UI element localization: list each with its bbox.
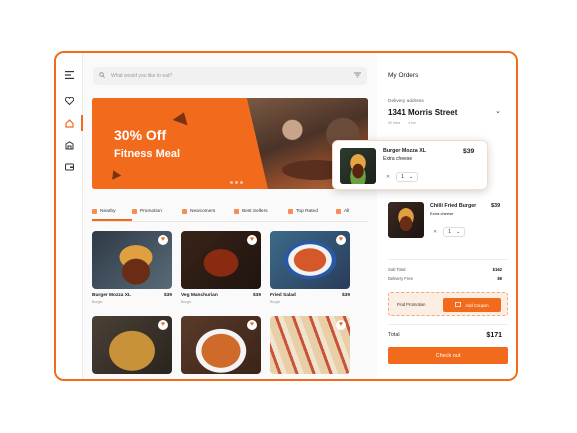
store-icon	[182, 209, 187, 214]
product-card[interactable]: ♥ Fried Salad $39 Burger	[270, 231, 350, 304]
chevron-down-icon[interactable]: ⌄	[456, 229, 460, 235]
divider	[388, 324, 508, 325]
coupon-icon	[455, 302, 462, 308]
product-category: Burger	[92, 300, 103, 304]
main-content: What would you like to eat? 30% Off Fitn…	[83, 53, 377, 379]
tab-newcomers[interactable]: Newcomers	[182, 208, 234, 221]
carousel-dot-active[interactable]	[220, 181, 228, 184]
product-price: $39	[252, 293, 261, 298]
category-tabs: Nearby Promotion Newcomers Best Sellers …	[92, 208, 368, 222]
banner-headline: 30% Off	[114, 127, 167, 143]
product-card[interactable]: ♥	[92, 316, 172, 374]
carousel-dot[interactable]	[230, 181, 233, 184]
tab-top-rated[interactable]: Top Rated	[288, 208, 336, 221]
remove-icon[interactable]: ✕	[433, 229, 437, 235]
remove-icon[interactable]: ✕	[386, 174, 390, 180]
sidebar	[56, 53, 83, 379]
tab-promotion[interactable]: Promotion	[132, 208, 182, 221]
divider	[388, 259, 508, 260]
thumb-icon	[288, 209, 293, 214]
delivery-fee-row: Delivery Free $9	[388, 276, 502, 281]
store-icon[interactable]	[63, 139, 75, 151]
delivery-address-label: Delivery address	[388, 99, 424, 104]
delivery-meta: 30 mins 4 km	[388, 121, 416, 125]
search-input[interactable]: What would you like to eat?	[111, 73, 354, 79]
promotion-box: Find Promotion Add Coupon	[388, 292, 508, 316]
product-card[interactable]: ♥	[270, 316, 350, 374]
cart-item-option: Extra cheese	[383, 156, 413, 162]
tab-nearby[interactable]: Nearby	[92, 208, 132, 221]
filter-icon[interactable]	[354, 72, 361, 80]
product-image: ♥	[92, 231, 172, 289]
location-icon	[92, 209, 97, 214]
product-card[interactable]: ♥ Burger Mozza XL $39 Burger	[92, 231, 172, 304]
tab-best-sellers[interactable]: Best Sellers	[234, 208, 288, 221]
quantity-stepper[interactable]: ✕ 1 ⌄	[386, 172, 419, 182]
heart-icon[interactable]	[63, 95, 75, 107]
product-name: Burger Mozza XL	[92, 293, 131, 298]
quantity-value: 1	[401, 174, 404, 180]
product-image: ♥	[181, 316, 261, 374]
banner-subline: Fitness Meal	[114, 148, 181, 160]
product-name: Fried Salad	[270, 293, 296, 298]
product-image: ♥	[270, 231, 350, 289]
delivery-time: 30 mins	[388, 121, 401, 125]
product-category: Burger	[181, 300, 192, 304]
product-image: ♥	[270, 316, 350, 374]
favorite-heart-icon[interactable]: ♥	[336, 320, 346, 330]
delivery-address: 1341 Morris Street	[388, 108, 458, 117]
chevron-down-icon[interactable]: ⌄	[409, 174, 413, 180]
chevron-down-icon[interactable]: ⌄	[495, 107, 501, 115]
favorite-heart-icon[interactable]: ♥	[336, 235, 346, 245]
subtotal-row: Sub Total $162	[388, 267, 502, 272]
cart-item-name: Burger Mozza XL	[383, 148, 426, 154]
carousel-dot[interactable]	[240, 181, 243, 184]
cart-item-highlighted[interactable]: Burger Mozza XL Extra cheese $39 ✕ 1 ⌄	[332, 140, 488, 190]
product-image: ♥	[181, 231, 261, 289]
product-price: $39	[341, 293, 350, 298]
cart-item-name: Chilli Fried Burger	[430, 203, 477, 209]
product-card[interactable]: ♥ Veg Manchurian $39 Burger	[181, 231, 261, 304]
quantity-value: 1	[448, 229, 451, 235]
cart-item-thumbnail	[340, 148, 376, 184]
favorite-heart-icon[interactable]: ♥	[247, 320, 257, 330]
find-promotion-label: Find Promotion	[397, 302, 426, 307]
search-icon	[99, 72, 105, 80]
orders-title: My Orders	[388, 72, 419, 79]
star-icon	[234, 209, 239, 214]
search-bar[interactable]: What would you like to eat?	[93, 67, 367, 85]
product-category: Burger	[270, 300, 281, 304]
promo-banner[interactable]: 30% Off Fitness Meal	[92, 98, 368, 189]
favorite-heart-icon[interactable]: ♥	[158, 320, 168, 330]
favorite-heart-icon[interactable]: ♥	[247, 235, 257, 245]
wallet-icon[interactable]	[63, 161, 75, 173]
app-window: What would you like to eat? 30% Off Fitn…	[54, 51, 518, 381]
carousel-dot[interactable]	[235, 181, 238, 184]
cart-item-thumbnail	[388, 202, 424, 238]
delivery-distance: 4 km	[408, 121, 416, 125]
favorite-heart-icon[interactable]: ♥	[158, 235, 168, 245]
percent-icon	[132, 209, 137, 214]
checkout-button[interactable]: Check out	[388, 347, 508, 364]
scrollbar[interactable]	[516, 133, 518, 183]
tab-all[interactable]: All	[336, 208, 366, 221]
product-name: Veg Manchurian	[181, 293, 218, 298]
cart-item-price: $39	[463, 148, 475, 155]
add-coupon-button[interactable]: Add Coupon	[443, 298, 501, 312]
grid-icon	[336, 209, 341, 214]
home-icon[interactable]	[63, 117, 75, 129]
orders-panel: My Orders Delivery address 1341 Morris S…	[377, 53, 518, 379]
product-image: ♥	[92, 316, 172, 374]
product-price: $39	[163, 293, 172, 298]
menu-icon[interactable]	[63, 69, 75, 81]
carousel-dots[interactable]	[220, 181, 243, 184]
product-card[interactable]: ♥	[181, 316, 261, 374]
cart-item-price: $39	[491, 203, 501, 209]
total-row: Total $171	[388, 332, 502, 339]
quantity-stepper[interactable]: ✕ 1 ⌄	[433, 227, 466, 237]
cart-item-option: Extra cheese	[430, 211, 454, 216]
